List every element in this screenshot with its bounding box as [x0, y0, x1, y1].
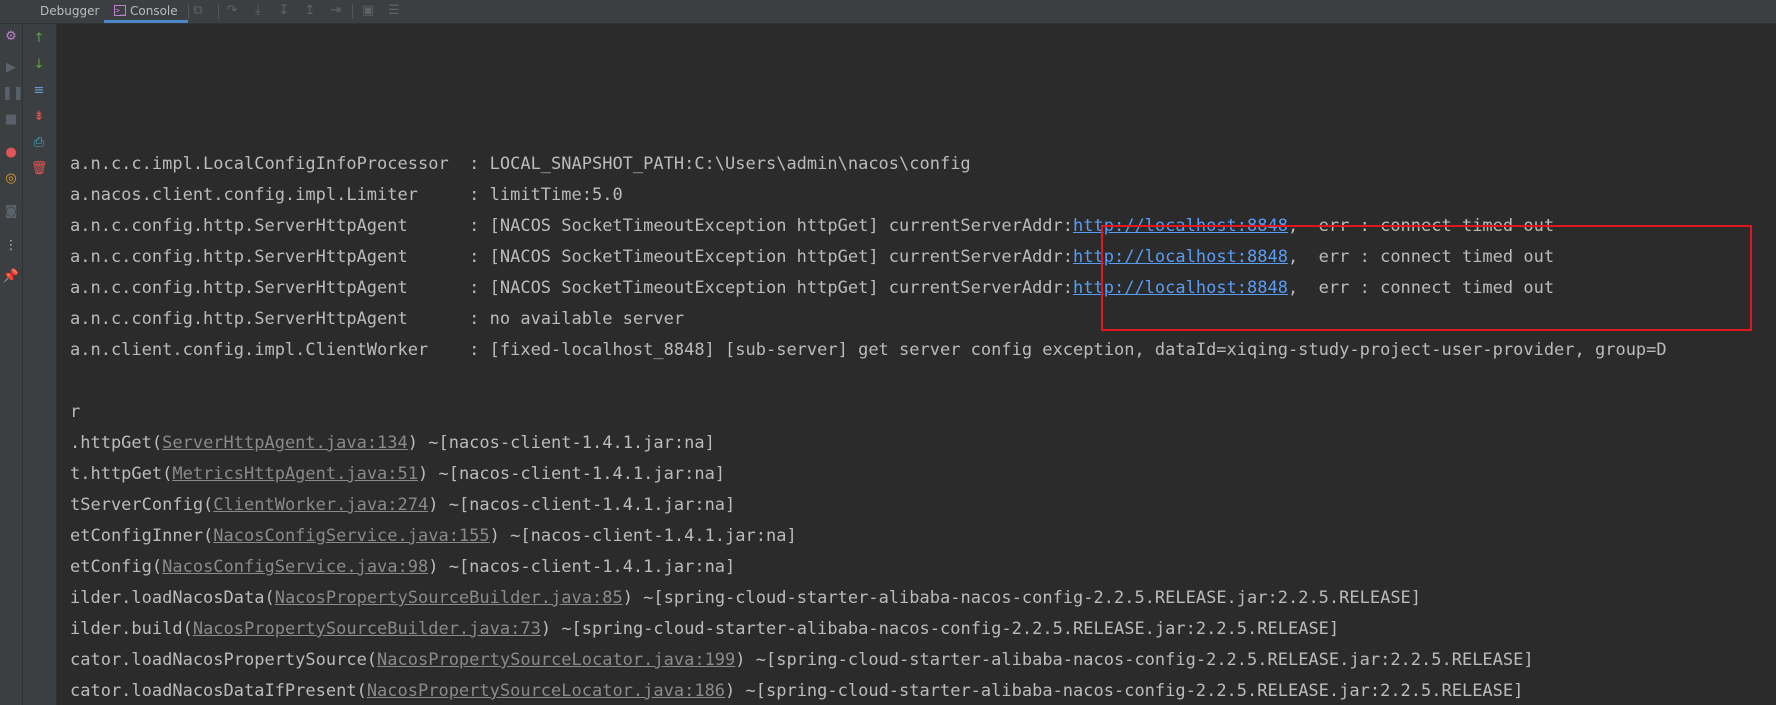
tab-console[interactable]: >_ Console	[104, 0, 188, 23]
mute-breakpoints-icon[interactable]: ◎	[2, 170, 20, 188]
tab-debugger-label: Debugger	[40, 4, 100, 18]
toolbar-divider	[352, 4, 353, 19]
log-line: a.n.c.config.http.ServerHttpAgent : no a…	[70, 309, 685, 329]
log-line: a.nacos.client.config.impl.Limiter : lim…	[70, 185, 623, 205]
debug-toolbar: Debugger >_ Console ⧉ ↷ ⤓ ↧ ↥ ⇥ ▣ ☰	[0, 0, 1776, 24]
tab-debugger[interactable]: Debugger	[30, 0, 109, 23]
pause-icon[interactable]: ❚❚	[2, 85, 24, 103]
resume-icon[interactable]: ▶	[2, 59, 20, 77]
settings-icon[interactable]: ⚙	[2, 28, 20, 46]
soft-wrap-icon[interactable]: ≡	[30, 82, 48, 100]
source-file-link[interactable]: NacosPropertySourceLocator.java:186	[367, 681, 725, 701]
step-over-icon[interactable]: ↷	[224, 3, 240, 19]
print-icon[interactable]: ⎙	[30, 134, 48, 152]
source-file-link[interactable]: ClientWorker.java:274	[213, 495, 428, 515]
tab-console-label: Console	[130, 4, 178, 18]
clear-icon[interactable]: 🗑	[30, 160, 48, 178]
toolbar-divider	[218, 4, 219, 19]
stack-trace-line: ilder.build(NacosPropertySourceBuilder.j…	[70, 619, 1340, 639]
source-file-link[interactable]: ServerHttpAgent.java:134	[162, 433, 408, 453]
stack-trace-line: etConfig(NacosConfigService.java:98) ~[n…	[70, 557, 736, 577]
console-icon: >_	[114, 5, 126, 16]
trace-icon[interactable]: ☰	[386, 3, 402, 19]
stack-trace-line: cator.loadNacosDataIfPresent(NacosProper…	[70, 681, 1524, 701]
active-tab-indicator	[104, 20, 188, 23]
evaluate-expression-icon[interactable]: ▣	[360, 3, 376, 19]
toolbar-divider	[188, 4, 189, 19]
step-out-icon[interactable]: ↥	[302, 3, 318, 19]
source-file-link[interactable]: NacosPropertySourceBuilder.java:73	[193, 619, 541, 639]
stack-trace-line: cator.loadNacosPropertySource(NacosPrope…	[70, 650, 1534, 670]
stop-icon[interactable]: ■	[2, 111, 20, 129]
stack-trace-line: ilder.loadNacosData(NacosPropertySourceB…	[70, 588, 1422, 608]
camera-icon[interactable]: ◙	[2, 203, 20, 221]
console-output[interactable]: a.n.c.c.impl.LocalConfigInfoProcessor : …	[57, 24, 1776, 705]
debug-side-gutter: ✱ ⚙ ▶ ❚❚ ■ ● ◎ ◙ ⋮ 📌	[0, 0, 24, 705]
scroll-down-icon[interactable]: ↓	[30, 56, 48, 74]
pin-icon[interactable]: 📌	[2, 268, 20, 286]
stack-trace-line: etConfigInner(NacosConfigService.java:15…	[70, 526, 797, 546]
scroll-to-end-icon[interactable]: ⇟	[30, 108, 48, 126]
view-breakpoints-icon[interactable]: ●	[2, 144, 20, 162]
stack-trace-line: tServerConfig(ClientWorker.java:274) ~[n…	[70, 495, 736, 515]
console-action-gutter: ↑ ↓ ≡ ⇟ ⎙ 🗑	[23, 24, 57, 705]
source-file-link[interactable]: NacosPropertySourceLocator.java:199	[377, 650, 735, 670]
source-file-link[interactable]: NacosConfigService.java:155	[213, 526, 489, 546]
step-into-icon[interactable]: ⤓	[250, 3, 266, 19]
source-file-link[interactable]: NacosPropertySourceBuilder.java:85	[275, 588, 623, 608]
force-step-into-icon[interactable]: ↧	[276, 3, 292, 19]
more-icon[interactable]: ⋮	[2, 237, 20, 255]
scroll-up-icon[interactable]: ↑	[30, 30, 48, 48]
log-line: r	[70, 402, 81, 422]
run-to-cursor-icon[interactable]: ⇥	[328, 3, 344, 19]
log-line: a.n.c.c.impl.LocalConfigInfoProcessor : …	[70, 154, 971, 174]
highlight-annotation-box	[1101, 225, 1752, 331]
restore-layout-icon[interactable]: ⧉	[190, 3, 206, 19]
stack-trace-line: t.httpGet(MetricsHttpAgent.java:51) ~[na…	[70, 464, 726, 484]
source-file-link[interactable]: NacosConfigService.java:98	[162, 557, 428, 577]
log-line: a.n.client.config.impl.ClientWorker : [f…	[70, 340, 1667, 360]
source-file-link[interactable]: MetricsHttpAgent.java:51	[172, 464, 418, 484]
stack-trace-line: .httpGet(ServerHttpAgent.java:134) ~[nac…	[70, 433, 715, 453]
